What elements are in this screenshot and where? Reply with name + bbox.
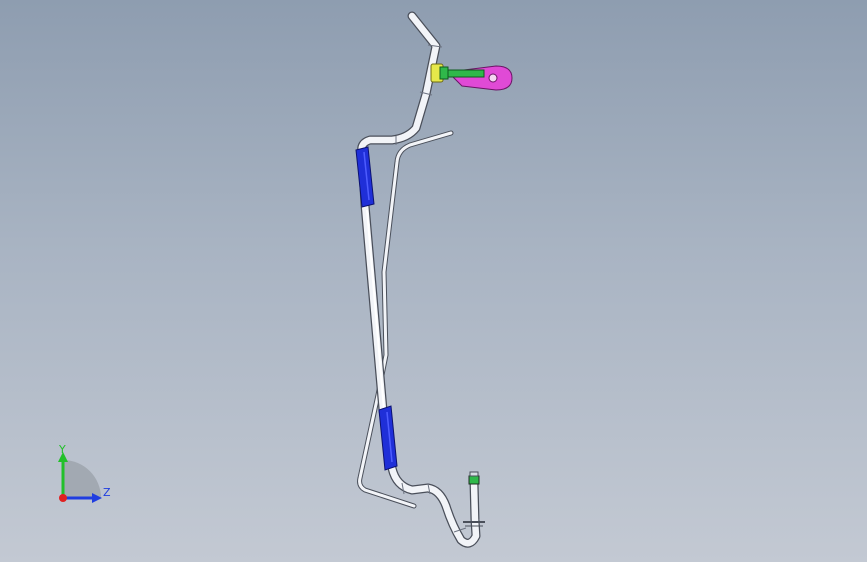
pipe-assembly-model[interactable] <box>0 0 867 562</box>
main-pipe[interactable] <box>357 11 481 548</box>
coordinate-triad: Y Z <box>50 440 120 510</box>
z-axis-label: Z <box>103 486 111 499</box>
upper-protective-sleeve[interactable] <box>355 146 375 208</box>
y-axis-label: Y <box>59 443 66 456</box>
triad-origin <box>59 494 67 502</box>
lower-protective-sleeve[interactable] <box>378 405 398 471</box>
triad-plane-shade <box>63 460 101 498</box>
graphics-viewport[interactable]: Y Z <box>0 0 867 562</box>
